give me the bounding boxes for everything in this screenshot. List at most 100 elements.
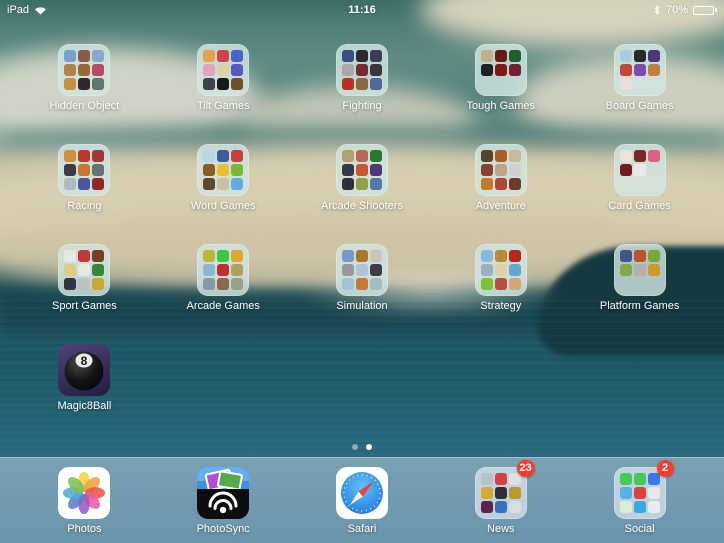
folder-board-games[interactable]: Board Games xyxy=(570,44,709,144)
mini-app-icon xyxy=(370,250,382,262)
page-dot[interactable] xyxy=(352,444,358,450)
mini-app-icon xyxy=(648,250,660,262)
folder-mini-icons xyxy=(64,250,104,290)
dock-app-safari[interactable]: Safari xyxy=(293,467,432,535)
mini-app-icon xyxy=(634,150,646,162)
mini-app-icon xyxy=(370,150,382,162)
folder-icon xyxy=(614,44,666,96)
folder-icon xyxy=(475,44,527,96)
dock-folder-news[interactable]: 23 News xyxy=(431,467,570,535)
folder-racing[interactable]: Racing xyxy=(15,144,154,244)
app-magic8ball[interactable]: 8 Magic8Ball xyxy=(15,344,154,444)
mini-app-icon xyxy=(342,278,354,290)
mini-app-icon xyxy=(495,164,507,176)
mini-app-icon xyxy=(648,473,660,485)
mini-app-icon xyxy=(509,64,521,76)
page-indicator[interactable] xyxy=(0,444,724,450)
photosync-wifi-icon xyxy=(197,467,249,519)
mini-app-icon xyxy=(356,64,368,76)
folder-mini-icons xyxy=(342,150,382,190)
mini-app-icon xyxy=(620,164,632,176)
home-app-grid: Hidden Object Tilt Games FightingTough Gam… xyxy=(15,44,709,444)
folder-mini-icons xyxy=(481,250,521,290)
mini-app-icon xyxy=(634,64,646,76)
folder-label: Strategy xyxy=(480,300,521,312)
mini-app-icon xyxy=(203,64,215,76)
mini-app-icon xyxy=(509,50,521,62)
folder-hidden-object[interactable]: Hidden Object xyxy=(15,44,154,144)
folder-label: Card Games xyxy=(608,200,670,212)
dock-label: Social xyxy=(625,523,655,535)
mini-app-icon xyxy=(92,78,104,90)
folder-icon xyxy=(336,244,388,296)
mini-app-icon xyxy=(509,501,521,513)
folder-icon: 23 xyxy=(475,467,527,519)
folder-arcade-shooters[interactable]: Arcade Shooters xyxy=(293,144,432,244)
dock-app-photos[interactable]: Photos xyxy=(15,467,154,535)
mini-app-icon xyxy=(231,264,243,276)
mini-app-icon xyxy=(78,250,90,262)
mini-app-icon xyxy=(620,473,632,485)
mini-app-icon xyxy=(64,78,76,90)
folder-tilt-games[interactable]: Tilt Games xyxy=(154,44,293,144)
folder-platform-games[interactable]: Platform Games xyxy=(570,244,709,344)
folder-label: Tilt Games xyxy=(197,100,250,112)
folder-mini-icons xyxy=(620,150,660,176)
mini-app-icon xyxy=(203,150,215,162)
mini-app-icon xyxy=(370,264,382,276)
folder-adventure[interactable]: Adventure xyxy=(431,144,570,244)
mini-app-icon xyxy=(217,178,229,190)
mini-app-icon xyxy=(648,487,660,499)
dock-folder-social[interactable]: 2 Social xyxy=(570,467,709,535)
folder-fighting[interactable]: Fighting xyxy=(293,44,432,144)
folder-arcade-games[interactable]: Arcade Games xyxy=(154,244,293,344)
page-dot[interactable] xyxy=(366,444,372,450)
mini-app-icon xyxy=(78,50,90,62)
mini-app-icon xyxy=(356,164,368,176)
folder-icon xyxy=(475,244,527,296)
mini-app-icon xyxy=(481,250,493,262)
mini-app-icon xyxy=(231,50,243,62)
folder-word-games[interactable]: Word Games xyxy=(154,144,293,244)
mini-app-icon xyxy=(78,178,90,190)
mini-app-icon xyxy=(356,50,368,62)
folder-mini-icons xyxy=(481,473,521,513)
mini-app-icon xyxy=(92,64,104,76)
dock-app-photosync[interactable]: PhotoSync xyxy=(154,467,293,535)
dock-label: Photos xyxy=(67,523,101,535)
mini-app-icon xyxy=(217,264,229,276)
folder-label: Racing xyxy=(67,200,101,212)
folder-sport-games[interactable]: Sport Games xyxy=(15,244,154,344)
folder-mini-icons xyxy=(342,250,382,290)
dock-grid: Photos PhotoSync xyxy=(15,467,709,535)
folder-mini-icons xyxy=(64,50,104,90)
mini-app-icon xyxy=(481,501,493,513)
mini-app-icon xyxy=(231,164,243,176)
mini-app-icon xyxy=(648,150,660,162)
mini-app-icon xyxy=(370,64,382,76)
mini-app-icon xyxy=(509,164,521,176)
folder-icon xyxy=(197,44,249,96)
mini-app-icon xyxy=(356,278,368,290)
mini-app-icon xyxy=(92,164,104,176)
magic-8-ball-icon: 8 xyxy=(58,344,110,396)
mini-app-icon xyxy=(495,278,507,290)
mini-app-icon xyxy=(217,78,229,90)
mini-app-icon xyxy=(64,150,76,162)
dock-label: News xyxy=(487,523,515,535)
mini-app-icon xyxy=(509,264,521,276)
mini-app-icon xyxy=(231,78,243,90)
mini-app-icon xyxy=(64,50,76,62)
mini-app-icon xyxy=(203,178,215,190)
folder-strategy[interactable]: Strategy xyxy=(431,244,570,344)
folder-tough-games[interactable]: Tough Games xyxy=(431,44,570,144)
folder-card-games[interactable]: Card Games xyxy=(570,144,709,244)
mini-app-icon xyxy=(231,250,243,262)
folder-label: Platform Games xyxy=(600,300,679,312)
mini-app-icon xyxy=(231,178,243,190)
app-label: Magic8Ball xyxy=(57,400,111,412)
folder-simulation[interactable]: Simulation xyxy=(293,244,432,344)
folder-label: Arcade Games xyxy=(187,300,260,312)
mini-app-icon xyxy=(342,264,354,276)
mini-app-icon xyxy=(481,264,493,276)
